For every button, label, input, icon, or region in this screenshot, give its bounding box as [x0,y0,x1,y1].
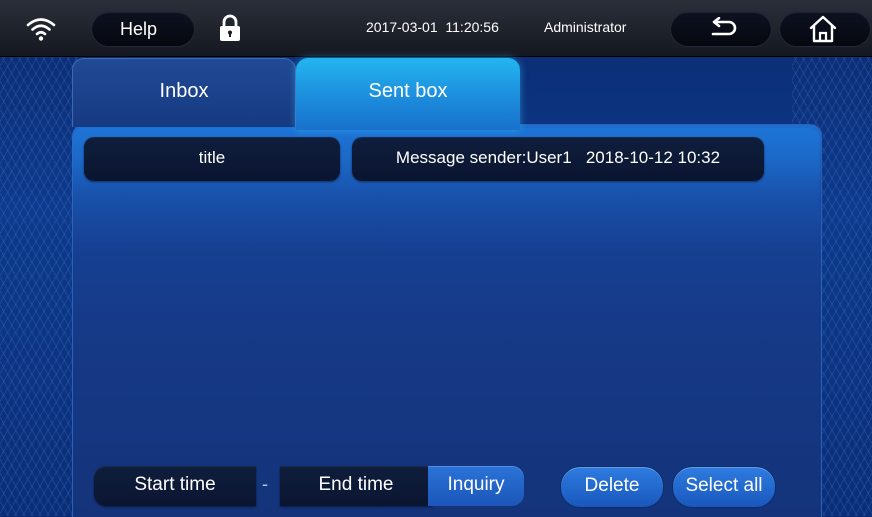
lock-icon[interactable] [218,14,242,42]
end-time-button[interactable]: End time [280,466,432,506]
help-label: Help [120,19,158,39]
datetime-display: 2017-03-01 11:20:56 [366,19,499,35]
select-all-button[interactable]: Select all [672,466,776,508]
time-range-separator: - [262,474,268,494]
message-panel [72,124,822,517]
message-row[interactable]: Message sender:User1 2018-10-12 10:32 [352,137,764,181]
tab-inbox[interactable]: Inbox [72,58,296,127]
back-arrow-icon [711,17,737,36]
back-button[interactable] [671,12,771,46]
help-button[interactable]: Help [92,12,194,46]
current-user: Administrator [544,19,627,35]
tab-sent-box[interactable]: Sent box [296,58,520,130]
inquiry-button[interactable]: Inquiry [428,466,524,506]
decorative-mesh-left [0,56,80,516]
top-bar: Help 2017-03-01 11:20:56 Administrator [0,0,872,57]
wifi-icon [26,18,56,41]
title-column-header: title [84,137,340,181]
delete-button[interactable]: Delete [560,466,664,508]
home-button[interactable] [780,12,870,46]
home-icon [809,15,837,43]
start-time-button[interactable]: Start time [94,466,256,506]
